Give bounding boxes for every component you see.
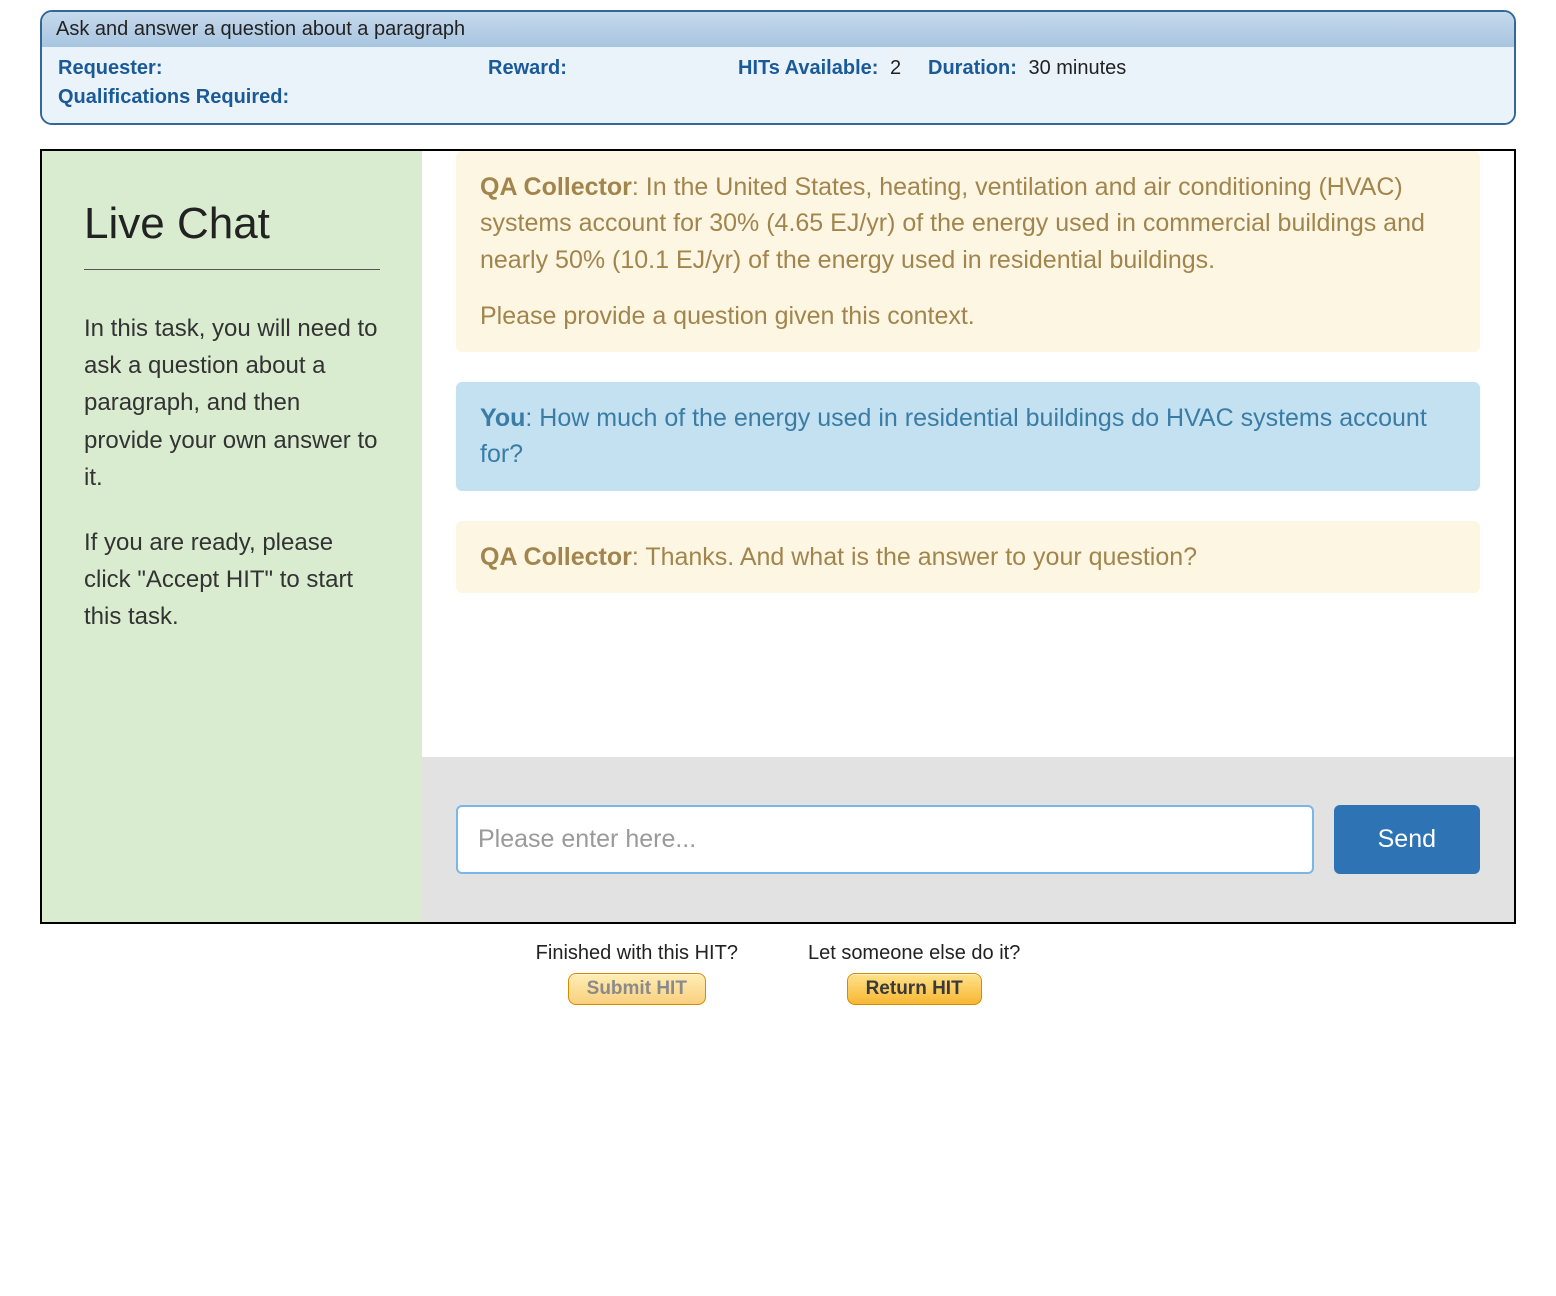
hits-available-label: HITs Available:	[738, 57, 878, 79]
chat-area: QA Collector: In the United States, heat…	[422, 151, 1514, 922]
hit-hits-available: HITs Available: 2	[738, 57, 928, 80]
hit-meta: Requester: Reward: HITs Available: 2 Dur…	[42, 47, 1514, 123]
else-prompt: Let someone else do it?	[808, 942, 1020, 965]
task-frame: Live Chat In this task, you will need to…	[40, 149, 1516, 924]
sidebar-paragraph-1: In this task, you will need to ask a que…	[84, 310, 380, 496]
chat-message-you: You: How much of the energy used in resi…	[456, 382, 1480, 491]
submit-hit-button[interactable]: Submit HIT	[568, 973, 706, 1005]
sidebar-divider	[84, 269, 380, 270]
chat-message-bot: QA Collector: Thanks. And what is the an…	[456, 521, 1480, 593]
chat-message-text: How much of the energy used in residenti…	[480, 404, 1427, 468]
hit-footer: Finished with this HIT? Submit HIT Let s…	[40, 942, 1516, 1005]
sidebar-paragraph-2: If you are ready, please click "Accept H…	[84, 524, 380, 636]
footer-return-col: Let someone else do it? Return HIT	[808, 942, 1020, 1005]
chat-sender-label: QA Collector	[480, 543, 632, 571]
requester-label: Requester:	[58, 57, 162, 79]
return-hit-button[interactable]: Return HIT	[847, 973, 982, 1005]
sidebar-heading: Live Chat	[84, 199, 380, 249]
chat-sender-label: QA Collector	[480, 173, 632, 201]
finished-prompt: Finished with this HIT?	[536, 942, 738, 965]
hit-requester: Requester:	[58, 57, 488, 80]
hits-available-value: 2	[890, 57, 901, 79]
footer-submit-col: Finished with this HIT? Submit HIT	[536, 942, 738, 1005]
chat-messages[interactable]: QA Collector: In the United States, heat…	[422, 151, 1514, 757]
reward-label: Reward:	[488, 57, 567, 79]
hit-reward: Reward:	[488, 57, 738, 80]
chat-message-bot: QA Collector: In the United States, heat…	[456, 151, 1480, 352]
sidebar: Live Chat In this task, you will need to…	[42, 151, 422, 922]
hit-duration: Duration: 30 minutes	[928, 57, 1126, 80]
chat-sender-label: You	[480, 404, 525, 432]
hit-title: Ask and answer a question about a paragr…	[42, 12, 1514, 47]
chat-message-followup: Please provide a question given this con…	[480, 298, 1456, 334]
duration-value: 30 minutes	[1028, 57, 1126, 79]
chat-input-bar: Send	[422, 757, 1514, 922]
hit-header: Ask and answer a question about a paragr…	[40, 10, 1516, 125]
qualifications-label: Qualifications Required:	[58, 86, 289, 109]
send-button[interactable]: Send	[1334, 805, 1480, 874]
chat-input[interactable]	[456, 805, 1314, 874]
chat-message-text: Thanks. And what is the answer to your q…	[645, 543, 1197, 571]
duration-label: Duration:	[928, 57, 1017, 79]
